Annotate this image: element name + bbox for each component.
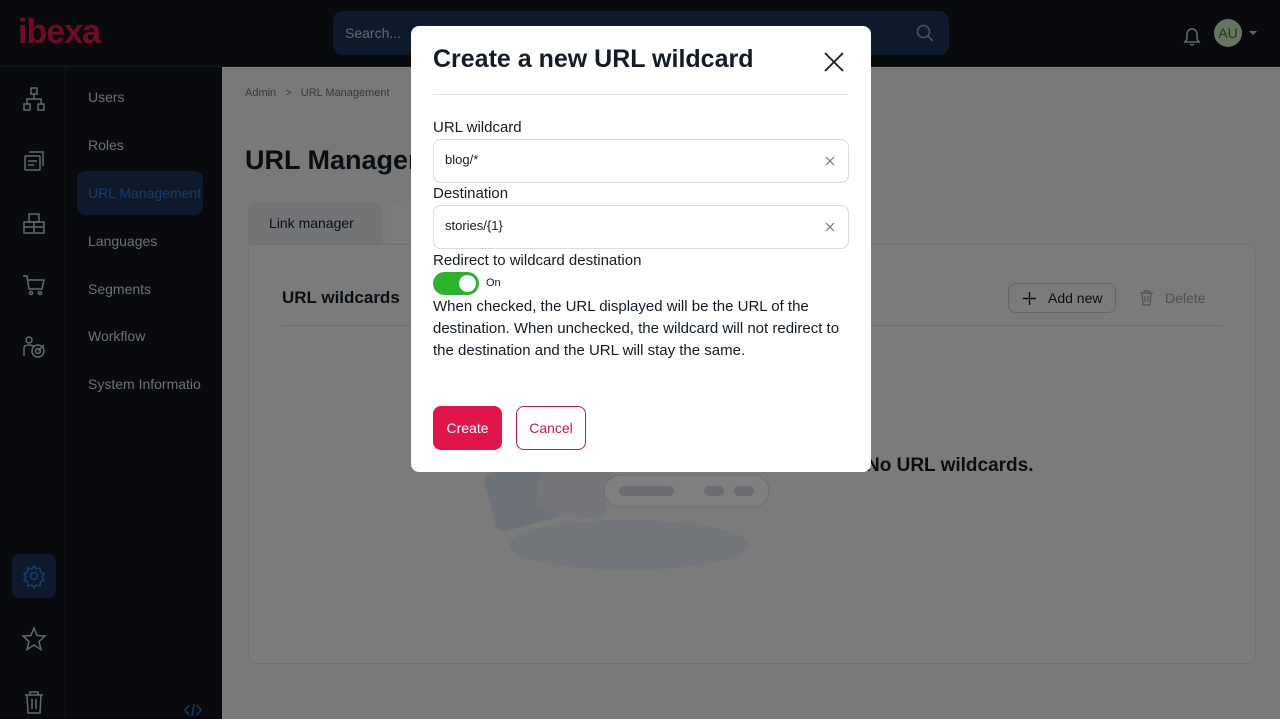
clear-icon[interactable]	[825, 222, 835, 232]
modal-title: Create a new URL wildcard	[433, 45, 754, 73]
redirect-toggle-state: On	[486, 277, 501, 289]
clear-icon[interactable]	[825, 156, 835, 166]
url-wildcard-label: URL wildcard	[433, 119, 522, 136]
redirect-help-text: When checked, the URL displayed will be …	[433, 298, 840, 359]
close-icon[interactable]	[821, 49, 847, 75]
destination-field[interactable]	[433, 205, 849, 249]
destination-input[interactable]	[445, 218, 805, 233]
url-wildcard-field[interactable]	[433, 139, 849, 183]
url-wildcard-input[interactable]	[445, 152, 805, 167]
redirect-label: Redirect to wildcard destination	[433, 252, 642, 269]
redirect-toggle[interactable]	[433, 272, 479, 295]
modal-divider	[433, 94, 849, 95]
cancel-button[interactable]: Cancel	[516, 406, 586, 450]
destination-label: Destination	[433, 185, 509, 202]
toggle-knob	[459, 275, 476, 292]
create-button[interactable]: Create	[433, 406, 502, 450]
create-url-wildcard-modal: Create a new URL wildcard URL wildcard D…	[411, 26, 871, 472]
